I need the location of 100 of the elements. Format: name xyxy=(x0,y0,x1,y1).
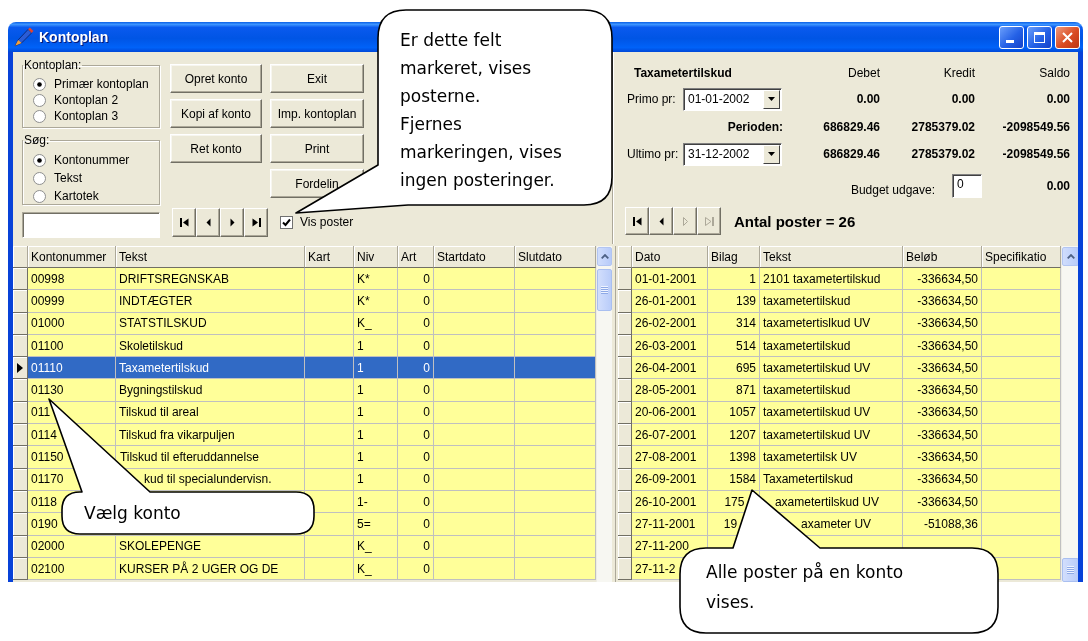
cell-text: 26-03-2001 xyxy=(635,338,697,353)
window-title: Kontoplan xyxy=(39,29,109,45)
cell-text: 0 xyxy=(423,427,430,442)
cell-text: 0190 xyxy=(31,516,58,531)
cell-text: 0 xyxy=(423,360,430,375)
cell-text: 26-01-2001 xyxy=(635,293,697,308)
cell-text: 02100 xyxy=(31,561,65,576)
cell-text: 1 xyxy=(749,271,756,286)
cell-text: 0 xyxy=(423,561,430,576)
cell-text: K* xyxy=(357,271,370,286)
cell-text: 01000 xyxy=(31,316,65,331)
cell-text: 871 xyxy=(735,383,756,398)
column-header: Art xyxy=(398,246,434,268)
cell-text: 1057 xyxy=(729,405,756,420)
column-label: Debet xyxy=(847,66,880,80)
period-label: Perioden: xyxy=(727,120,783,134)
cell-text: 1- xyxy=(357,494,368,509)
column-label: Kredit xyxy=(943,66,975,80)
cell-text: STATSTILSKUD xyxy=(119,316,207,331)
cell-text: -336634,50 xyxy=(917,405,978,420)
cell-text: axameter UV xyxy=(801,516,872,531)
cell-text: 2101 taxametertilskud xyxy=(763,271,881,286)
cell-text: 1584 xyxy=(729,472,756,487)
amount-value: 0.00 xyxy=(856,92,880,106)
amount-value: -2098549.56 xyxy=(1002,120,1070,134)
cell-text: 314 xyxy=(735,316,756,331)
cell-text: 0 xyxy=(423,539,430,554)
cell-text: 1 xyxy=(357,450,364,464)
group-label: Søg: xyxy=(23,133,51,147)
cell-text: 27-11-200 xyxy=(635,539,689,554)
column-header: Startdato xyxy=(434,246,515,268)
cell-text: 0 xyxy=(423,472,430,487)
cell-text: 0118 xyxy=(31,494,57,509)
cell-text: 0 xyxy=(423,405,430,420)
cell-text: 1207 xyxy=(729,427,756,442)
column-header: Slutdato xyxy=(515,246,596,268)
cell-text: 26-07-2001 xyxy=(635,427,697,442)
cell-text: taxametertilskud UV xyxy=(763,360,871,375)
cell-text: DRIFTSREGNSKAB xyxy=(119,271,229,286)
cell-text: taxametertilskud xyxy=(763,338,851,353)
cell-text: 0 xyxy=(423,271,430,286)
cell-text: 19 xyxy=(723,516,738,531)
cell-text: 1 xyxy=(357,405,364,420)
column-header: Dato xyxy=(632,246,708,268)
amount-value: 2785379.02 xyxy=(911,120,975,134)
cell-text: -336634,50 xyxy=(917,271,978,286)
cell-text: -336634,50 xyxy=(917,494,978,509)
cell-text: 26-04-2001 xyxy=(635,360,697,375)
cell-text: 0 xyxy=(423,293,430,308)
column-header: Specifikatio xyxy=(982,246,1061,268)
cell-text: 0 xyxy=(423,494,430,509)
cell-text: 0 xyxy=(423,450,430,464)
cell-text: K* xyxy=(357,293,370,308)
field-label: Ultimo pr: xyxy=(627,147,680,161)
cell-text: 0 xyxy=(423,338,430,353)
amount-value: 686829.46 xyxy=(823,120,880,134)
amount-value: 0.00 xyxy=(1045,179,1070,193)
callout-text: Vælg konto xyxy=(84,502,181,525)
cell-text: 1 xyxy=(357,360,364,375)
group-label: Kontoplan: xyxy=(23,58,83,72)
cell-text: taxametertilskud UV xyxy=(763,405,871,420)
cell-text: Bygningstilskud xyxy=(119,383,203,398)
cell-text: 00999 xyxy=(31,293,65,308)
amount-value: -2098549.56 xyxy=(1002,147,1070,161)
cell-text: 01100 xyxy=(31,338,64,353)
cell-text: Taxametertilskud xyxy=(763,472,854,487)
cell-text: 27-11-2001 xyxy=(635,516,696,531)
cell-text: 26-02-2001 xyxy=(635,316,697,331)
cell-text: K_ xyxy=(357,539,372,554)
field-label: Primo pr: xyxy=(627,92,677,106)
cell-text: taxametertilskud xyxy=(763,293,851,308)
column-header: Kart xyxy=(305,246,354,268)
amount-value: 0.00 xyxy=(951,92,975,106)
cell-text: SKOLEPENGE xyxy=(119,539,202,554)
cell-text: Tilskud til areal xyxy=(119,405,199,420)
cell-text: taxametertislkud UV xyxy=(763,316,871,331)
amount-value: 2785379.02 xyxy=(911,147,975,161)
cell-text: -336634,50 xyxy=(917,338,978,353)
cell-text: 01170 xyxy=(31,472,64,487)
cell-text: 011 xyxy=(31,405,51,420)
cell-text: 20-06-2001 xyxy=(635,405,697,420)
cell-text: 01130 xyxy=(31,383,64,398)
cell-text: 1 xyxy=(357,427,364,442)
cell-text: -336634,50 xyxy=(917,450,978,464)
cell-text: 02000 xyxy=(31,539,65,554)
entry-count: Antal poster = 26 xyxy=(734,212,856,230)
cell-text: 5= xyxy=(357,516,371,531)
cell-text: axametertilskud UV xyxy=(774,494,879,509)
cell-text: taxametertilsk UV xyxy=(763,450,858,464)
callout-text: Er dette felt markeret, vises posterne. xyxy=(400,29,533,108)
cell-text: 1 xyxy=(357,383,364,398)
cell-text: -336634,50 xyxy=(917,427,978,442)
cell-text: -336634,50 xyxy=(917,383,978,398)
cell-text: 01110 xyxy=(31,360,63,375)
cell-text: INDTÆGTER xyxy=(119,293,193,308)
cell-text: 01-01-2001 xyxy=(635,271,697,286)
cell-text: Taxametertilskud xyxy=(119,360,210,375)
cell-text: 28-05-2001 xyxy=(635,383,697,398)
cell-text: 514 xyxy=(735,338,756,353)
cell-text: 1 xyxy=(357,472,364,487)
